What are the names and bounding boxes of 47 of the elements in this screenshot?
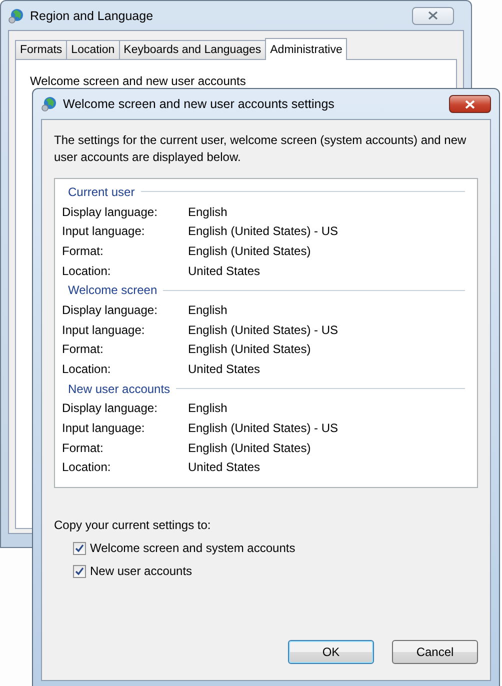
setting-value: United States	[188, 362, 262, 376]
description-text: The settings for the current user, welcome screen (system accounts) and new user accounts are displayed below.	[54, 132, 468, 166]
setting-value: English (United States) - US	[188, 322, 340, 337]
setting-label: Display language:	[62, 204, 158, 218]
checkbox-label[interactable]: Welcome screen and system accounts	[90, 541, 296, 555]
tab[interactable]: Location	[66, 40, 120, 59]
section-title: New user accounts	[68, 382, 170, 396]
close-icon	[465, 100, 475, 108]
close-icon	[428, 11, 438, 20]
copy-label: Copy your current settings to:	[54, 518, 212, 532]
tab[interactable]: Formats	[15, 40, 68, 59]
setting-label: Display language:	[62, 401, 158, 416]
globe-icon	[8, 8, 24, 24]
dialog-button[interactable]: Cancel	[392, 640, 478, 664]
setting-value: English	[188, 302, 228, 317]
tab[interactable]: Administrative	[265, 38, 348, 60]
group-title: Welcome screen and new user accounts	[30, 74, 246, 88]
setting-value: English (United States)	[188, 440, 312, 455]
section-title: Current user	[68, 184, 135, 199]
setting-label: Location:	[62, 460, 112, 474]
dialog-title: Welcome screen and new user accounts settings	[63, 97, 334, 111]
checkbox[interactable]	[73, 542, 86, 554]
setting-value: English (United States)	[188, 244, 312, 258]
dialog-button[interactable]: OK	[288, 640, 374, 664]
checkbox[interactable]	[73, 564, 86, 578]
setting-label: Input language:	[62, 322, 146, 337]
section-title: Welcome screen	[68, 283, 158, 298]
setting-value: English (United States) - US	[188, 420, 340, 435]
setting-value: English (United States)	[188, 342, 312, 356]
tab[interactable]: Keyboards and Languages	[118, 40, 266, 59]
checkbox-label[interactable]: New user accounts	[90, 564, 192, 578]
setting-label: Format:	[62, 440, 104, 455]
setting-value: English (United States) - US	[188, 224, 340, 238]
setting-value: United States	[188, 460, 262, 474]
window-title: Region and Language	[30, 8, 154, 22]
setting-value: English	[188, 401, 228, 416]
globe-icon	[41, 96, 57, 112]
setting-label: Location:	[62, 264, 112, 278]
setting-label: Input language:	[62, 420, 146, 435]
setting-label: Display language:	[62, 302, 158, 317]
setting-value: English	[188, 204, 228, 218]
setting-label: Format:	[62, 244, 104, 258]
setting-label: Input language:	[62, 224, 146, 238]
setting-value: United States	[188, 264, 262, 278]
setting-label: Format:	[62, 342, 104, 356]
close-button[interactable]	[449, 95, 491, 113]
setting-label: Location:	[62, 362, 112, 376]
